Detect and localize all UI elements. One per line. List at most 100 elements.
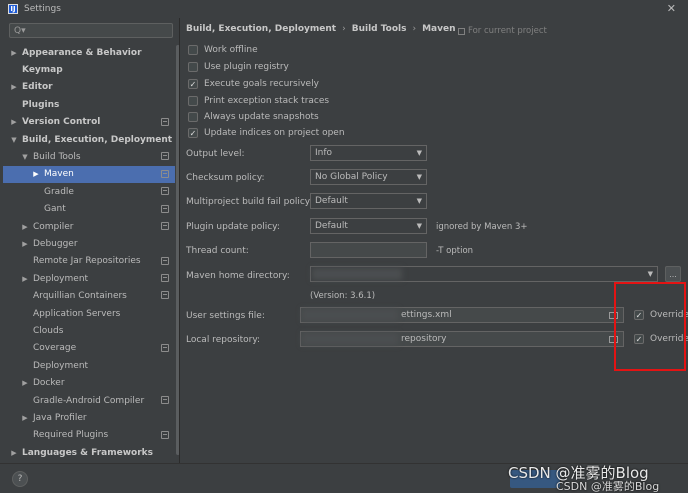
checkbox-box[interactable] (188, 62, 198, 72)
sidebar-item-label: Maven (44, 169, 74, 180)
checkbox-box[interactable] (188, 45, 198, 55)
sidebar-item-coverage[interactable]: Coverage (3, 340, 175, 357)
sidebar-item-label: Java Profiler (33, 412, 87, 423)
sidebar-item-deployment[interactable]: ▶ Deployment (3, 270, 175, 287)
checkbox-label: Always update snapshots (204, 112, 319, 122)
checksum-policy-label: Checksum policy: (186, 173, 265, 183)
chevron-right-icon[interactable]: ▶ (9, 83, 19, 91)
checkmark-icon[interactable]: ✓ (188, 128, 198, 138)
sidebar-item-remote-jar-repositories[interactable]: Remote Jar Repositories (3, 253, 175, 270)
sidebar-item-application-servers[interactable]: Application Servers (3, 305, 175, 322)
sidebar-item-version-control[interactable]: ▶ Version Control (3, 114, 175, 131)
thread-count-hint: -T option (436, 246, 474, 256)
project-scope-icon (161, 221, 169, 230)
sidebar-item-plugins[interactable]: Plugins (3, 96, 175, 113)
sidebar-item-label: Languages & Frameworks (22, 447, 154, 458)
select-value: Default (315, 196, 348, 206)
use-plugin-registry-checkbox[interactable]: Use plugin registry (188, 60, 289, 74)
settings-sidebar: Q▾ ▶ Appearance & Behavior Keymap ▶ Editor Pl… (3, 18, 180, 463)
project-scope-icon (161, 152, 169, 161)
sidebar-item-maven[interactable]: ▶ Maven (3, 165, 175, 184)
project-scope-icon (458, 27, 465, 35)
chevron-right-icon[interactable]: ▶ (9, 449, 19, 457)
browse-button[interactable]: ... (665, 266, 681, 282)
chevron-down-icon[interactable]: ▼ (9, 136, 19, 144)
breadcrumb-separator: › (342, 24, 346, 34)
sidebar-item-keymap[interactable]: Keymap (3, 61, 175, 78)
chevron-down-icon[interactable]: ▼ (20, 153, 30, 161)
execute-goals-recursively-checkbox[interactable]: ✓ Execute goals recursively (188, 77, 319, 91)
sidebar-item-gant[interactable]: Gant (3, 201, 175, 218)
chevron-right-icon[interactable]: ▶ (20, 240, 30, 248)
user-settings-label: User settings file: (186, 311, 265, 321)
close-icon[interactable]: ✕ (667, 2, 676, 15)
breadcrumb-item[interactable]: Build Tools (352, 24, 407, 34)
chevron-right-icon[interactable]: ▶ (20, 414, 30, 422)
input-value: ettings.xml (401, 310, 452, 320)
maven-home-label: Maven home directory: (186, 271, 290, 281)
redacted-path (302, 309, 398, 321)
chevron-right-icon[interactable]: ▶ (20, 379, 30, 387)
sidebar-item-label: Deployment (33, 360, 89, 371)
project-scope-icon (161, 343, 169, 352)
sidebar-item-gradle-android-compiler[interactable]: Gradle-Android Compiler (3, 392, 175, 409)
thread-count-label: Thread count: (186, 246, 249, 256)
sidebar-item-docker[interactable]: ▶ Docker (3, 374, 175, 391)
update-indices-checkbox[interactable]: ✓ Update indices on project open (188, 126, 345, 140)
project-scope-icon (161, 117, 169, 126)
local-repository-label: Local repository: (186, 335, 261, 345)
output-level-label: Output level: (186, 149, 245, 159)
sidebar-item-deployment[interactable]: Deployment (3, 357, 175, 374)
sidebar-item-label: Debugger (33, 238, 78, 249)
sidebar-item-label: Coverage (33, 343, 77, 354)
sidebar-item-clouds[interactable]: Clouds (3, 322, 175, 339)
always-update-snapshots-checkbox[interactable]: Always update snapshots (188, 110, 319, 124)
checkmark-icon[interactable]: ✓ (188, 79, 198, 89)
sidebar-item-appearance-behavior[interactable]: ▶ Appearance & Behavior (3, 44, 175, 61)
sidebar-item-debugger[interactable]: ▶ Debugger (3, 235, 175, 252)
work-offline-checkbox[interactable]: Work offline (188, 43, 258, 57)
breadcrumb-item[interactable]: Build, Execution, Deployment (186, 24, 336, 34)
sidebar-item-label: Compiler (33, 221, 74, 232)
sidebar-item-languages-frameworks[interactable]: ▶ Languages & Frameworks (3, 444, 175, 461)
help-button[interactable]: ? (12, 471, 28, 487)
output-level-select[interactable]: Info ▼ (310, 145, 427, 161)
chevron-right-icon[interactable]: ▶ (20, 223, 30, 231)
project-scope-icon (161, 430, 169, 439)
checkbox-label: Execute goals recursively (204, 79, 319, 89)
checksum-policy-select[interactable]: No Global Policy ▼ (310, 169, 427, 185)
plugin-update-hint: ignored by Maven 3+ (436, 222, 528, 232)
title-bar: IJ Settings ✕ (0, 0, 688, 18)
sidebar-item-editor[interactable]: ▶ Editor (3, 79, 175, 96)
checkbox-label: Print exception stack traces (204, 96, 330, 106)
sidebar-item-build-execution-deployment[interactable]: ▼ Build, Execution, Deployment (3, 131, 175, 148)
search-input[interactable]: Q▾ (9, 23, 173, 38)
sidebar-item-label: Gradle-Android Compiler (33, 395, 145, 406)
chevron-right-icon[interactable]: ▶ (31, 170, 41, 178)
plugin-update-policy-select[interactable]: Default ▼ (310, 218, 427, 234)
sidebar-item-build-tools[interactable]: ▼ Build Tools (3, 148, 175, 165)
project-scope-icon (161, 274, 169, 283)
for-project-label: For current project (468, 26, 547, 36)
checkbox-label: Use plugin registry (204, 62, 289, 72)
chevron-right-icon[interactable]: ▶ (20, 275, 30, 283)
sidebar-item-compiler[interactable]: ▶ Compiler (3, 218, 175, 235)
for-current-project-note: For current project (458, 26, 547, 36)
checkbox-box[interactable] (188, 112, 198, 122)
sidebar-item-label: Clouds (33, 325, 64, 336)
sidebar-item-gradle[interactable]: Gradle (3, 183, 175, 200)
chevron-right-icon[interactable]: ▶ (9, 118, 19, 126)
select-value: Default (315, 221, 348, 231)
thread-count-input[interactable] (310, 242, 427, 258)
checkbox-box[interactable] (188, 96, 198, 106)
sidebar-item-label: Editor (22, 82, 53, 93)
sidebar-item-java-profiler[interactable]: ▶ Java Profiler (3, 409, 175, 426)
sidebar-item-arquillian-containers[interactable]: Arquillian Containers (3, 287, 175, 304)
sidebar-item-label: Keymap (22, 65, 63, 76)
project-scope-icon (161, 291, 169, 300)
multiproject-fail-policy-select[interactable]: Default ▼ (310, 193, 427, 209)
chevron-right-icon[interactable]: ▶ (9, 49, 19, 57)
watermark-secondary: CSDN @准雾的Blog (556, 480, 660, 493)
print-exception-stack-traces-checkbox[interactable]: Print exception stack traces (188, 94, 329, 108)
sidebar-item-required-plugins[interactable]: Required Plugins (3, 427, 175, 444)
